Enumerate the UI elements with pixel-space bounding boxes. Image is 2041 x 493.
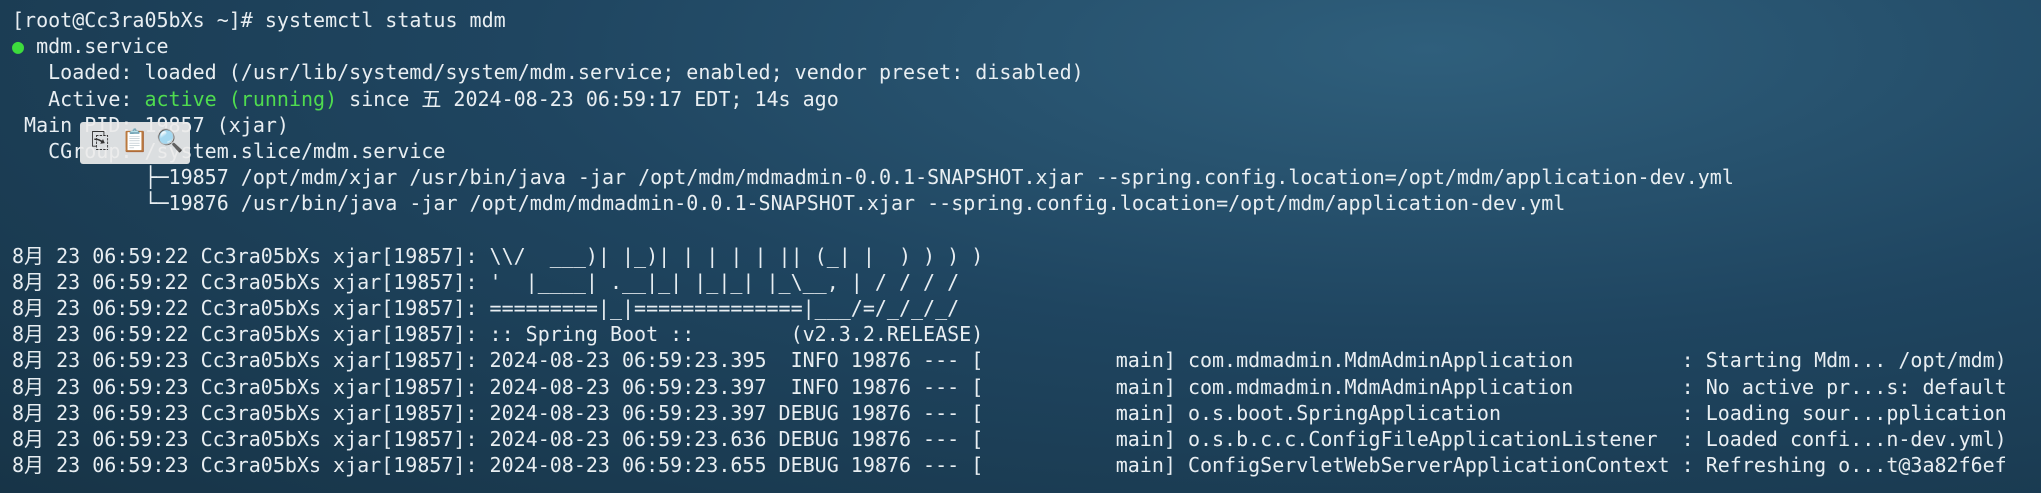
terminal-output[interactable]: [root@Cc3ra05bXs ~]# systemctl status md… [12,7,2007,478]
log-line: 8月 23 06:59:23 Cc3ra05bXs xjar[19857]: 2… [12,427,2007,451]
active-since: since 五 2024-08-23 06:59:17 EDT; 14s ago [337,86,839,111]
service-name: mdm.service [36,34,169,59]
log-line: 8月 23 06:59:23 Cc3ra05bXs xjar[19857]: 2… [12,348,2007,373]
command-prompt-line: [root@Cc3ra05bXs ~]# systemctl status md… [12,8,506,32]
log-line: 8月 23 06:59:22 Cc3ra05bXs xjar[19857]: \… [12,243,984,268]
paste-icon[interactable]: 📋 [119,124,151,158]
status-dot-icon: ● [12,34,25,59]
log-line: 8月 23 06:59:23 Cc3ra05bXs xjar[19857]: 2… [12,374,2007,399]
process-line: ├─19857 /opt/mdm/xjar /usr/bin/java -jar… [12,165,1734,190]
log-line: 8月 23 06:59:22 Cc3ra05bXs xjar[19857]: :… [12,322,984,347]
search-icon[interactable]: 🔍 [154,124,186,158]
process-line: └─19876 /usr/bin/java -jar /opt/mdm/mdma… [12,191,1566,216]
copy-icon[interactable]: ⎘ [84,124,116,158]
log-line: 8月 23 06:59:23 Cc3ra05bXs xjar[19857]: 2… [12,400,2007,425]
log-line: 8月 23 06:59:22 Cc3ra05bXs xjar[19857]: =… [12,296,960,321]
selection-toolbar: ⎘ 📋 🔍 [80,122,190,164]
active-line: Active: active (running) since 五 2024-08… [12,86,2007,112]
active-label: Active: [12,86,145,111]
log-line: 8月 23 06:59:22 Cc3ra05bXs xjar[19857]: '… [12,269,960,294]
service-header-line: ● mdm.service [12,33,2007,59]
log-line: 8月 23 06:59:23 Cc3ra05bXs xjar[19857]: 2… [12,453,2007,478]
active-state: active (running) [144,86,338,111]
main-pid-line: Main PID: 19857 (xjar) [24,112,289,137]
loaded-line: Loaded: loaded (/usr/lib/systemd/system/… [12,60,1084,85]
cgroup-line: CGroup: /system.slice/mdm.service [12,138,446,163]
